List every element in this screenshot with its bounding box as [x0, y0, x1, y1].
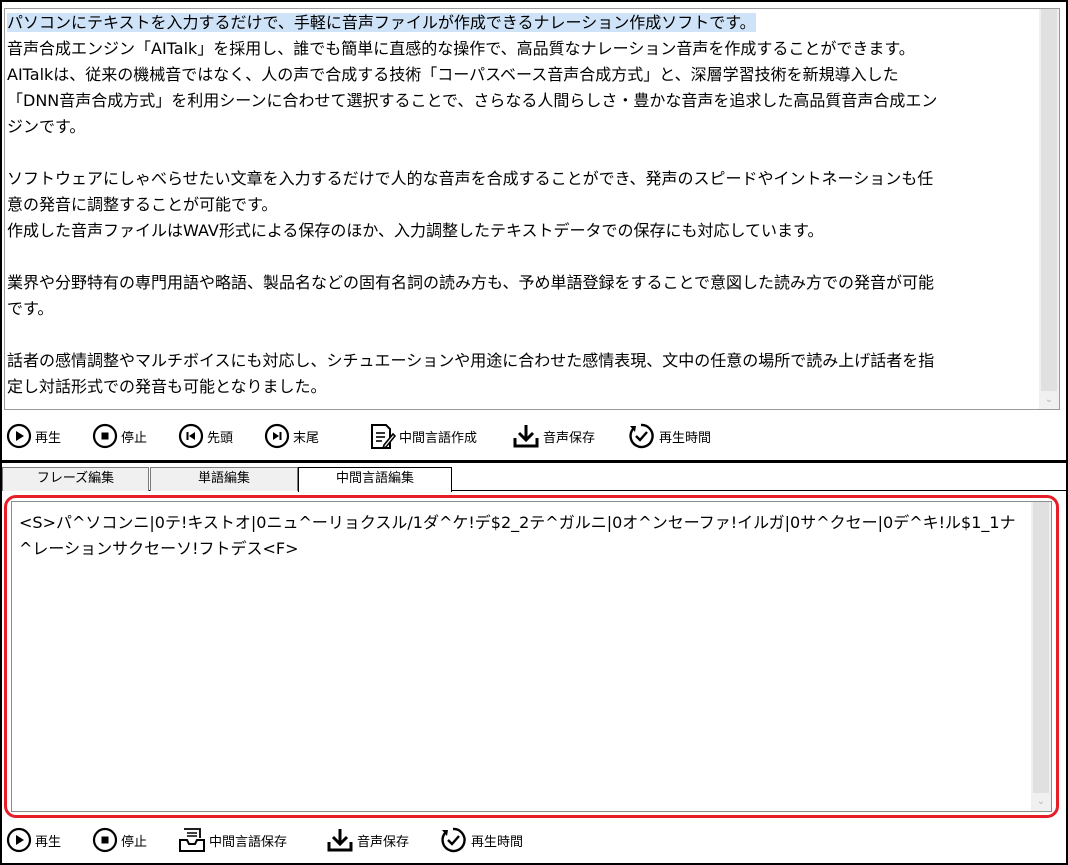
save-audio-button[interactable]: 音声保存 [512, 420, 626, 452]
save-intermediate-label: 中間言語保存 [209, 834, 288, 850]
tab-intermediate-edit[interactable]: 中間言語編集 [298, 467, 452, 492]
text-line: 音声合成エンジン「AITalk」を採用し、誰でも簡単に直感的な操作で、高品質なナ… [7, 39, 915, 58]
play-button[interactable]: 再生 [6, 420, 92, 452]
download-icon [327, 829, 353, 852]
text-line: 業界や分野特有の専門用語や略語、製品名などの固有名詞の読み方も、予め単語登録をす… [7, 273, 935, 292]
edit-tabs: フレーズ編集 単語編集 中間言語編集 [2, 467, 1066, 492]
save-audio-label: 音声保存 [357, 834, 410, 850]
main-text-scrollbar[interactable]: ⌄ [1039, 9, 1059, 409]
timer-icon [441, 827, 466, 853]
scrollbar-thumb[interactable] [1033, 502, 1049, 793]
intermediate-text-area[interactable]: <S>パ^ソコンニ|0テ!キストオ|0ニュ^ーリョクスル/1ダ^ケ!デ$2_2テ… [11, 501, 1052, 812]
stop-label: 停止 [121, 430, 148, 446]
text-line: ソフトウェアにしゃべらせたい文章を入力するだけで人的な音声を合成することができ、… [7, 169, 934, 188]
play-time-button[interactable]: 再生時間 [438, 824, 523, 856]
last-button[interactable]: 末尾 [264, 420, 368, 452]
stop-icon [92, 423, 118, 449]
intermediate-edit-highlight: <S>パ^ソコンニ|0テ!キストオ|0ニュ^ーリョクスル/1ダ^ケ!デ$2_2テ… [4, 495, 1059, 818]
skip-to-start-icon [178, 423, 204, 449]
skip-to-end-icon [264, 423, 290, 449]
intermediate-scrollbar[interactable]: ⌄ [1031, 502, 1051, 811]
document-edit-icon [371, 424, 396, 450]
panel-divider[interactable] [0, 460, 1068, 463]
tab-word-edit[interactable]: 単語編集 [150, 467, 298, 491]
download-icon [513, 425, 539, 448]
text-line: 作成した音声ファイルはWAV形式による保存のほか、入力調整したテキストデータでの… [7, 221, 824, 240]
play-label: 再生 [35, 430, 62, 446]
tab-label: 単語編集 [197, 471, 250, 486]
tab-label: フレーズ編集 [36, 471, 115, 486]
text-line: AITalkは、従来の機械音ではなく、人の声で合成する技術「コーパスベース音声合… [7, 65, 899, 84]
main-text-area[interactable]: パソコンにテキストを入力するだけで、手軽に音声ファイルが作成できるナレーション作… [4, 8, 1060, 410]
play-icon [6, 827, 32, 853]
text-line: 定し対話形式での発音も可能となりました。 [7, 377, 327, 396]
last-label: 末尾 [293, 430, 320, 446]
play-time-label: 再生時間 [471, 834, 524, 850]
stop-icon [92, 827, 118, 853]
scroll-down-arrow-icon[interactable]: ⌄ [1039, 393, 1059, 407]
save-intermediate-button[interactable]: 中間言語保存 [178, 824, 326, 856]
scrollbar-thumb[interactable] [1041, 9, 1057, 391]
play-button[interactable]: 再生 [6, 824, 92, 856]
bottom-toolbar: 再生 停止 中間言語保存 音声保存 再生時間 [6, 824, 523, 856]
text-line: 「DNN音声合成方式」を利用シーンに合わせて選択することで、さらなる人間らしさ・… [7, 91, 938, 110]
save-audio-button[interactable]: 音声保存 [326, 824, 438, 856]
main-text-content[interactable]: パソコンにテキストを入力するだけで、手軽に音声ファイルが作成できるナレーション作… [7, 9, 1037, 409]
text-line: 意の発音に調整することが可能です。 [7, 195, 278, 214]
top-toolbar: 再生 停止 先頭 末尾 中間言語作成 音声保存 再生時間 [6, 420, 711, 452]
play-label: 再生 [35, 834, 62, 850]
play-time-label: 再生時間 [659, 430, 712, 446]
intermediate-text[interactable]: <S>パ^ソコンニ|0テ!キストオ|0ニュ^ーリョクスル/1ダ^ケ!デ$2_2テ… [19, 510, 1023, 562]
first-button[interactable]: 先頭 [178, 420, 264, 452]
stop-button[interactable]: 停止 [92, 824, 178, 856]
scroll-down-arrow-icon[interactable]: ⌄ [1031, 795, 1051, 809]
timer-icon [629, 423, 654, 449]
create-intermediate-button[interactable]: 中間言語作成 [368, 420, 512, 452]
inbox-save-icon [179, 828, 205, 852]
create-intermediate-label: 中間言語作成 [399, 430, 478, 446]
text-line: ジンです。 [7, 117, 86, 136]
stop-label: 停止 [121, 834, 148, 850]
text-line: です。 [7, 299, 54, 318]
play-time-button[interactable]: 再生時間 [626, 420, 711, 452]
save-audio-label: 音声保存 [543, 430, 596, 446]
tab-label: 中間言語編集 [335, 471, 414, 486]
text-line: 話者の感情調整やマルチボイスにも対応し、シチュエーションや用途に合わせた感情表現… [7, 351, 935, 370]
stop-button[interactable]: 停止 [92, 420, 178, 452]
first-label: 先頭 [207, 430, 234, 446]
play-icon [6, 423, 32, 449]
tab-phrase-edit[interactable]: フレーズ編集 [2, 467, 149, 491]
selected-text: パソコンにテキストを入力するだけで、手軽に音声ファイルが作成できるナレーション作… [7, 13, 756, 32]
